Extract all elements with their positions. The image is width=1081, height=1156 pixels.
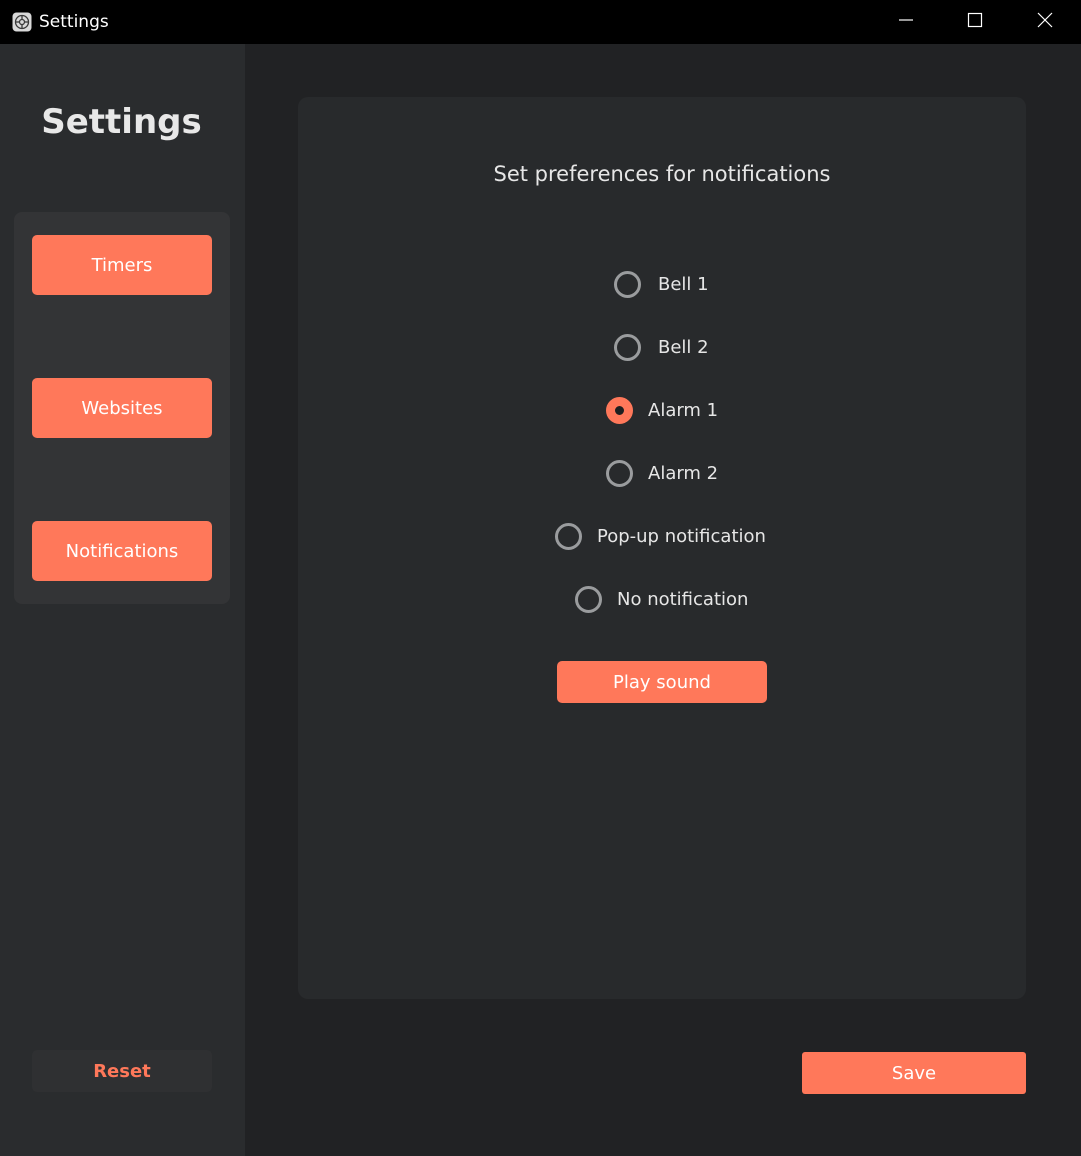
save-button[interactable]: Save xyxy=(802,1052,1026,1094)
radio-option-no-notification[interactable]: No notification xyxy=(575,582,748,616)
radio-label: Bell 2 xyxy=(658,336,709,358)
settings-gear-icon xyxy=(12,12,32,32)
play-sound-button[interactable]: Play sound xyxy=(557,661,767,703)
close-button[interactable] xyxy=(1010,0,1080,44)
nav-websites-button[interactable]: Websites xyxy=(32,378,212,438)
window-title: Settings xyxy=(39,12,109,32)
sidebar: Settings Timers Websites Notifications R… xyxy=(0,44,245,1156)
radio-button[interactable] xyxy=(614,333,641,361)
radio-label: Alarm 2 xyxy=(648,462,719,484)
close-icon xyxy=(1037,12,1053,33)
radio-button[interactable] xyxy=(606,459,633,487)
radio-button[interactable] xyxy=(614,270,641,298)
radio-button[interactable] xyxy=(575,585,602,613)
radio-option-alarm-2[interactable]: Alarm 2 xyxy=(606,456,718,490)
reset-button[interactable]: Reset xyxy=(32,1050,212,1092)
title-bar: Settings xyxy=(0,0,1081,44)
minimize-icon xyxy=(898,12,914,33)
radio-option-popup-notification[interactable]: Pop-up notification xyxy=(555,519,766,553)
radio-label: Pop-up notification xyxy=(597,525,766,547)
maximize-button[interactable] xyxy=(940,0,1010,44)
sidebar-title: Settings xyxy=(41,102,202,142)
minimize-button[interactable] xyxy=(871,0,941,44)
radio-button-selected[interactable] xyxy=(606,396,633,424)
settings-window: Settings Settings Timers Websites Notifi… xyxy=(0,0,1081,1156)
notifications-panel: Set preferences for notifications Bell 1… xyxy=(298,97,1026,999)
nav-timers-button[interactable]: Timers xyxy=(32,235,212,295)
radio-option-alarm-1[interactable]: Alarm 1 xyxy=(606,393,718,427)
radio-option-bell-2[interactable]: Bell 2 xyxy=(614,330,709,364)
radio-button[interactable] xyxy=(555,522,582,550)
nav-notifications-button[interactable]: Notifications xyxy=(32,521,212,581)
radio-label: Bell 1 xyxy=(658,273,709,295)
radio-label: Alarm 1 xyxy=(648,399,719,421)
nav-panel: Timers Websites Notifications xyxy=(14,212,230,604)
maximize-icon xyxy=(967,12,983,33)
radio-option-bell-1[interactable]: Bell 1 xyxy=(614,267,709,301)
panel-heading: Set preferences for notifications xyxy=(493,162,831,186)
radio-label: No notification xyxy=(617,588,749,610)
